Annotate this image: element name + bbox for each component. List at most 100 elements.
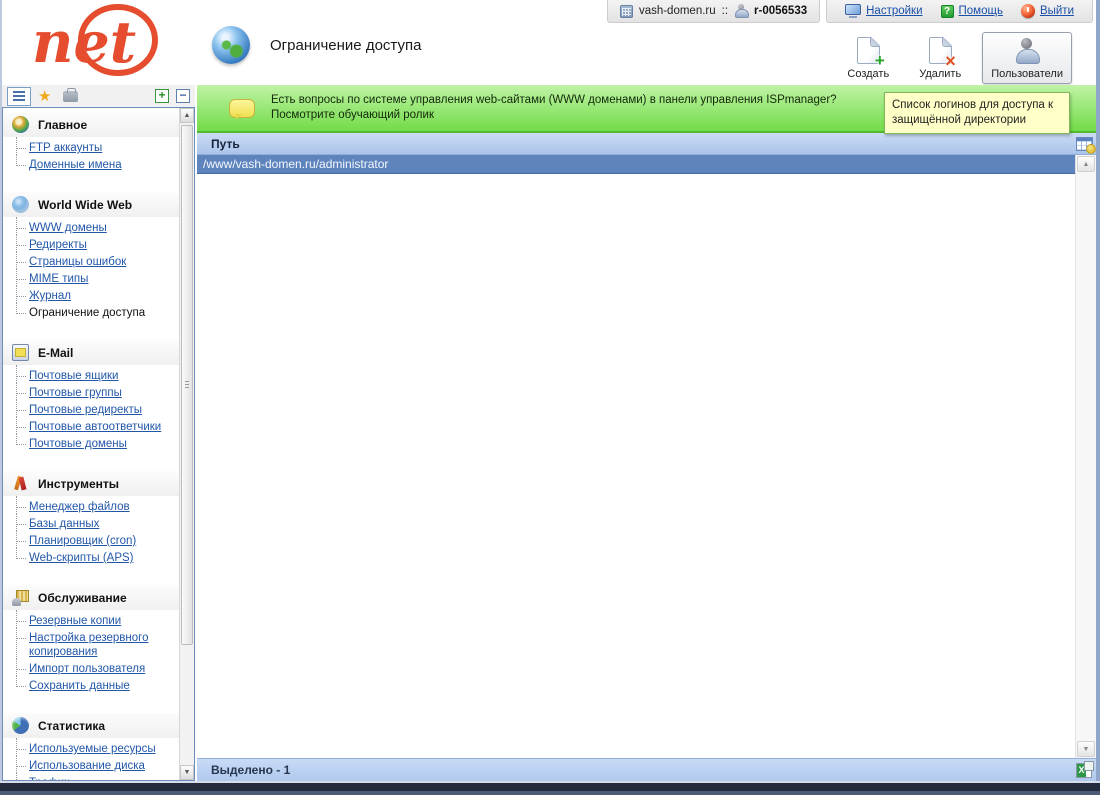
sidebar-section-header[interactable]: Обслуживание (3, 585, 179, 610)
sidebar-item-link[interactable]: Почтовые домены (29, 438, 127, 450)
sidebar-item-link[interactable]: Почтовые группы (29, 387, 122, 399)
table-row[interactable]: /www/vash-domen.ru/administrator (197, 155, 1075, 174)
sidebar-section-header[interactable]: Статистика (3, 713, 179, 738)
sidebar-item[interactable]: Базы данных (3, 516, 179, 532)
sidebar-item[interactable]: MIME типы (3, 271, 179, 287)
topbar-separator: :: (722, 5, 728, 17)
sidebar-item-link[interactable]: Планировщик (cron) (29, 535, 136, 547)
topbar-domain: vash-domen.ru (639, 5, 716, 17)
sidebar-item-link[interactable]: Резервные копии (29, 615, 121, 627)
sidebar-section-title: Инструменты (38, 477, 119, 491)
sidebar-section-header[interactable]: World Wide Web (3, 192, 179, 217)
sidebar-item-link[interactable]: Почтовые редиректы (29, 404, 142, 416)
sidebar-item-link[interactable]: Использование диска (29, 760, 145, 772)
sidebar-item[interactable]: Почтовые редиректы (3, 402, 179, 418)
sidebar-item[interactable]: Сохранить данные (3, 678, 179, 694)
collapse-all-button[interactable]: − (176, 89, 190, 103)
hint-tooltip: Список логинов для доступа к защищённой … (884, 92, 1070, 134)
sidebar-item-link[interactable]: Используемые ресурсы (29, 743, 156, 755)
favorites-star-icon[interactable]: ★ (38, 89, 51, 104)
sidebar-item-link[interactable]: Импорт пользователя (29, 663, 145, 675)
sidebar-item[interactable]: Резервные копии (3, 613, 179, 629)
delete-button[interactable]: Удалить (910, 31, 970, 84)
column-settings-icon[interactable] (1076, 137, 1093, 151)
excel-export-icon[interactable] (1076, 763, 1092, 778)
sidebar-item-link[interactable]: MIME типы (29, 273, 88, 285)
grid-body: /www/vash-domen.ru/administrator ▲ ▼ (197, 155, 1096, 758)
sidebar-section-items: Почтовые ящики Почтовые группы Почтовые ре… (3, 365, 179, 459)
settings-link[interactable]: Настройки (866, 5, 922, 17)
grid-scrollbar[interactable]: ▲ ▼ (1075, 155, 1096, 758)
settings-monitor-icon (845, 4, 861, 18)
sidebar-item[interactable]: Планировщик (cron) (3, 533, 179, 549)
help-link[interactable]: Помощь (959, 5, 1003, 17)
sidebar-item-link[interactable]: FTP аккаунты (29, 142, 102, 154)
sidebar-item-link[interactable]: Почтовые ящики (29, 370, 118, 382)
sidebar-item[interactable]: Использование диска (3, 758, 179, 774)
sidebar-item[interactable]: Настройка резервного копирования (3, 630, 179, 660)
topbar: vash-domen.ru :: r-0056533 Настройки Пом… (607, 0, 1093, 23)
sidebar-item[interactable]: Редиректы (3, 237, 179, 253)
logo-text: net (32, 9, 136, 76)
sidebar-item[interactable]: Трафик (3, 775, 179, 780)
list-view-button[interactable] (7, 87, 31, 106)
sidebar-item[interactable]: Почтовые ящики (3, 368, 179, 384)
sidebar-item[interactable]: Доменные имена (3, 157, 179, 173)
page-head: Ограничение доступа (212, 26, 421, 64)
main-section-icon (12, 116, 29, 133)
users-button[interactable]: Пользователи (982, 32, 1072, 84)
sidebar-item-link[interactable]: Менеджер файлов (29, 501, 130, 513)
sidebar-scroll-down-button[interactable]: ▼ (180, 765, 194, 780)
sidebar-item-link[interactable]: Страницы ошибок (29, 256, 126, 268)
topbar-links: Настройки Помощь Выйти (826, 0, 1093, 23)
sidebar-item[interactable]: Менеджер файлов (3, 499, 179, 515)
window-frame-bottom (0, 781, 1100, 795)
sidebar-section-title: Статистика (38, 719, 105, 733)
sidebar-item-link[interactable]: Журнал (29, 290, 71, 302)
sidebar-item[interactable]: WWW домены (3, 220, 179, 236)
sidebar-scrollbar[interactable]: ▲ ▼ (179, 108, 194, 780)
sidebar-item-link[interactable]: Настройка резервного копирования (29, 632, 148, 658)
sidebar-section-header[interactable]: Главное (3, 112, 179, 137)
sidebar-item-link[interactable]: Почтовые автоответчики (29, 421, 161, 433)
create-button[interactable]: Создать (838, 31, 898, 84)
sidebar-item[interactable]: Страницы ошибок (3, 254, 179, 270)
host-icon (620, 5, 633, 18)
sidebar-section-header[interactable]: Инструменты (3, 471, 179, 496)
logout-power-icon (1021, 4, 1035, 18)
status-bar: Выделено - 1 (197, 758, 1096, 781)
users-icon (1013, 38, 1041, 64)
status-text: Выделено - 1 (211, 763, 290, 777)
sidebar-item-link[interactable]: Базы данных (29, 518, 99, 530)
sidebar-item-link[interactable]: Доменные имена (29, 159, 122, 171)
sidebar-item[interactable]: Ограничение доступа (3, 305, 179, 321)
sidebar-item-link[interactable]: Трафик (29, 777, 69, 780)
expand-all-button[interactable]: + (155, 89, 169, 103)
sidebar-item[interactable]: Почтовые автоответчики (3, 419, 179, 435)
logout-link[interactable]: Выйти (1040, 5, 1074, 17)
sidebar-item[interactable]: FTP аккаунты (3, 140, 179, 156)
toolbox-icon (63, 91, 78, 102)
grid-scroll-up-button[interactable]: ▲ (1077, 156, 1095, 172)
sidebar-scroll-thumb[interactable] (181, 125, 193, 645)
sidebar-section-items: WWW домены Редиректы Страницы ошибок MIME т… (3, 217, 179, 328)
sidebar-item[interactable]: Почтовые группы (3, 385, 179, 401)
sidebar-item[interactable]: Web-скрипты (APS) (3, 550, 179, 566)
sidebar-item[interactable]: Журнал (3, 288, 179, 304)
sidebar-item[interactable]: Почтовые домены (3, 436, 179, 452)
grid-scroll-down-button[interactable]: ▼ (1077, 741, 1095, 757)
sidebar-item[interactable]: Импорт пользователя (3, 661, 179, 677)
sidebar-item-link[interactable]: WWW домены (29, 222, 107, 234)
sidebar-item[interactable]: Используемые ресурсы (3, 741, 179, 757)
sidebar-item-link[interactable]: Редиректы (29, 239, 87, 251)
sidebar-item-link[interactable]: Web-скрипты (APS) (29, 552, 134, 564)
toolbox-view-button[interactable] (58, 87, 82, 106)
sidebar-scroll-up-button[interactable]: ▲ (180, 108, 194, 123)
www-section-icon (12, 196, 29, 213)
sidebar-section-title: World Wide Web (38, 198, 132, 212)
grid-header: Путь (197, 133, 1096, 155)
sidebar-section: World Wide Web WWW домены Редиректы Страни… (3, 192, 179, 328)
user-icon (734, 4, 748, 18)
sidebar-section-header[interactable]: E-Mail (3, 340, 179, 365)
sidebar-item-link[interactable]: Сохранить данные (29, 680, 130, 692)
